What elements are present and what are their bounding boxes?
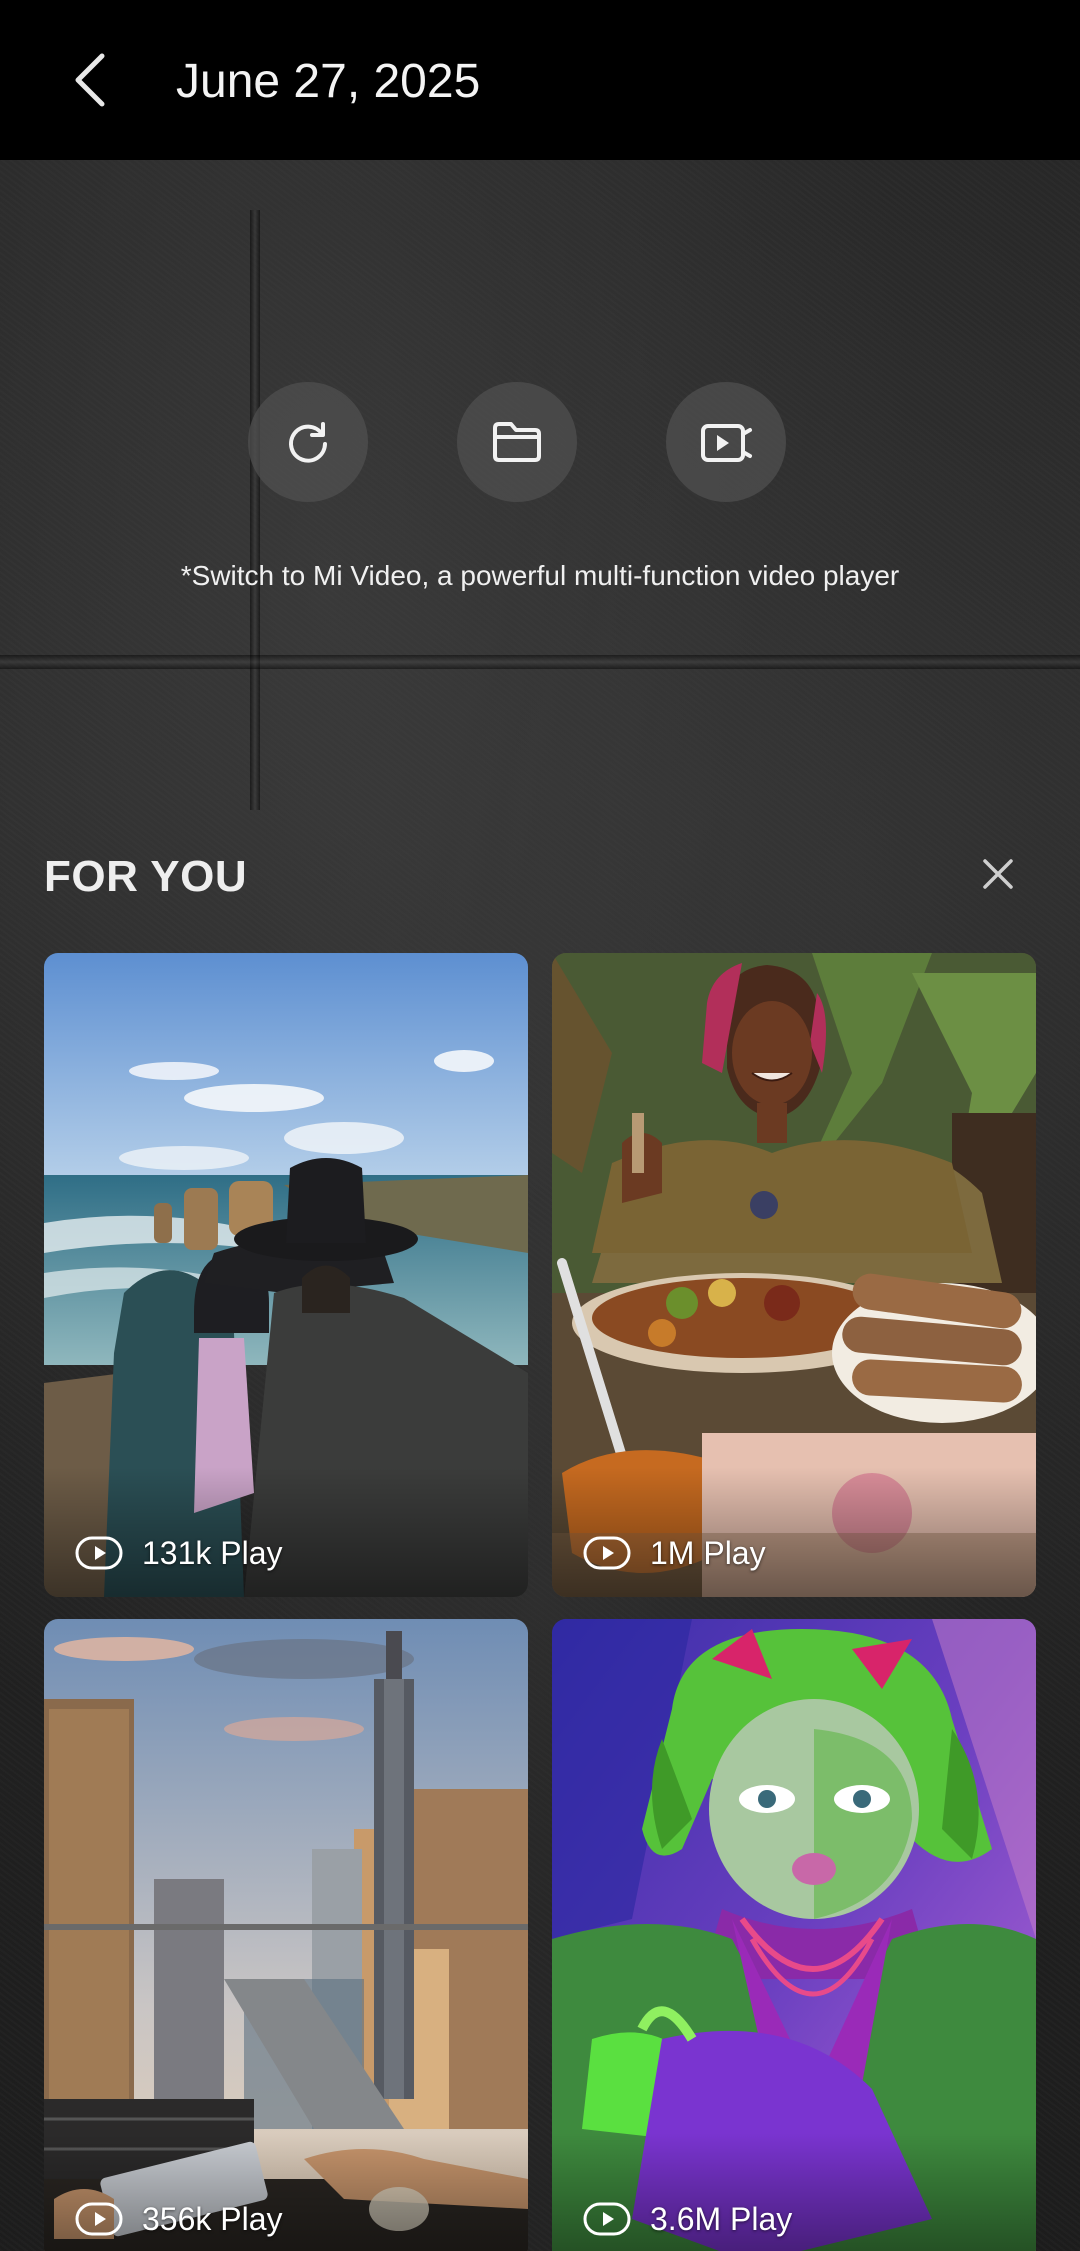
refresh-icon xyxy=(289,422,327,463)
play-circle-icon xyxy=(582,2201,632,2237)
folder-icon xyxy=(493,422,541,462)
video-card[interactable]: 356k Play xyxy=(44,1619,528,2251)
play-count-row: 131k Play xyxy=(74,1531,283,1575)
play-circle-icon xyxy=(582,1535,632,1571)
mi-video-promo-text[interactable]: *Switch to Mi Video, a powerful multi-fu… xyxy=(0,556,1080,596)
play-count-row: 356k Play xyxy=(74,2197,283,2241)
play-count: 1M Play xyxy=(650,1535,766,1571)
video-player-button[interactable] xyxy=(666,382,786,502)
video-card[interactable]: 131k Play xyxy=(44,953,528,1597)
play-circle-icon xyxy=(74,2201,124,2237)
play-count-row: 1M Play xyxy=(582,1531,766,1575)
background-texture-line xyxy=(0,655,1080,669)
play-count-row: 3.6M Play xyxy=(582,2197,792,2241)
for-you-heading: FOR YOU xyxy=(44,852,248,901)
refresh-button[interactable] xyxy=(248,382,368,502)
folder-button[interactable] xyxy=(457,382,577,502)
video-card[interactable]: 3.6M Play xyxy=(552,1619,1036,2251)
close-for-you-button[interactable] xyxy=(976,852,1020,896)
close-icon xyxy=(983,859,1013,889)
back-button[interactable] xyxy=(60,48,120,112)
background-texture-line xyxy=(250,210,260,810)
video-card[interactable]: 1M Play xyxy=(552,953,1036,1597)
page-title: June 27, 2025 xyxy=(176,55,481,108)
app-screen: June 27, 2025 *Switch to Mi Video, a pow… xyxy=(0,0,1080,2251)
video-player-icon xyxy=(701,424,752,462)
play-count: 356k Play xyxy=(142,2201,283,2237)
chevron-left-icon xyxy=(75,53,105,107)
play-count: 3.6M Play xyxy=(650,2201,793,2237)
play-circle-icon xyxy=(74,1535,124,1571)
play-count: 131k Play xyxy=(142,1535,283,1571)
header-bar: June 27, 2025 xyxy=(0,0,1080,160)
